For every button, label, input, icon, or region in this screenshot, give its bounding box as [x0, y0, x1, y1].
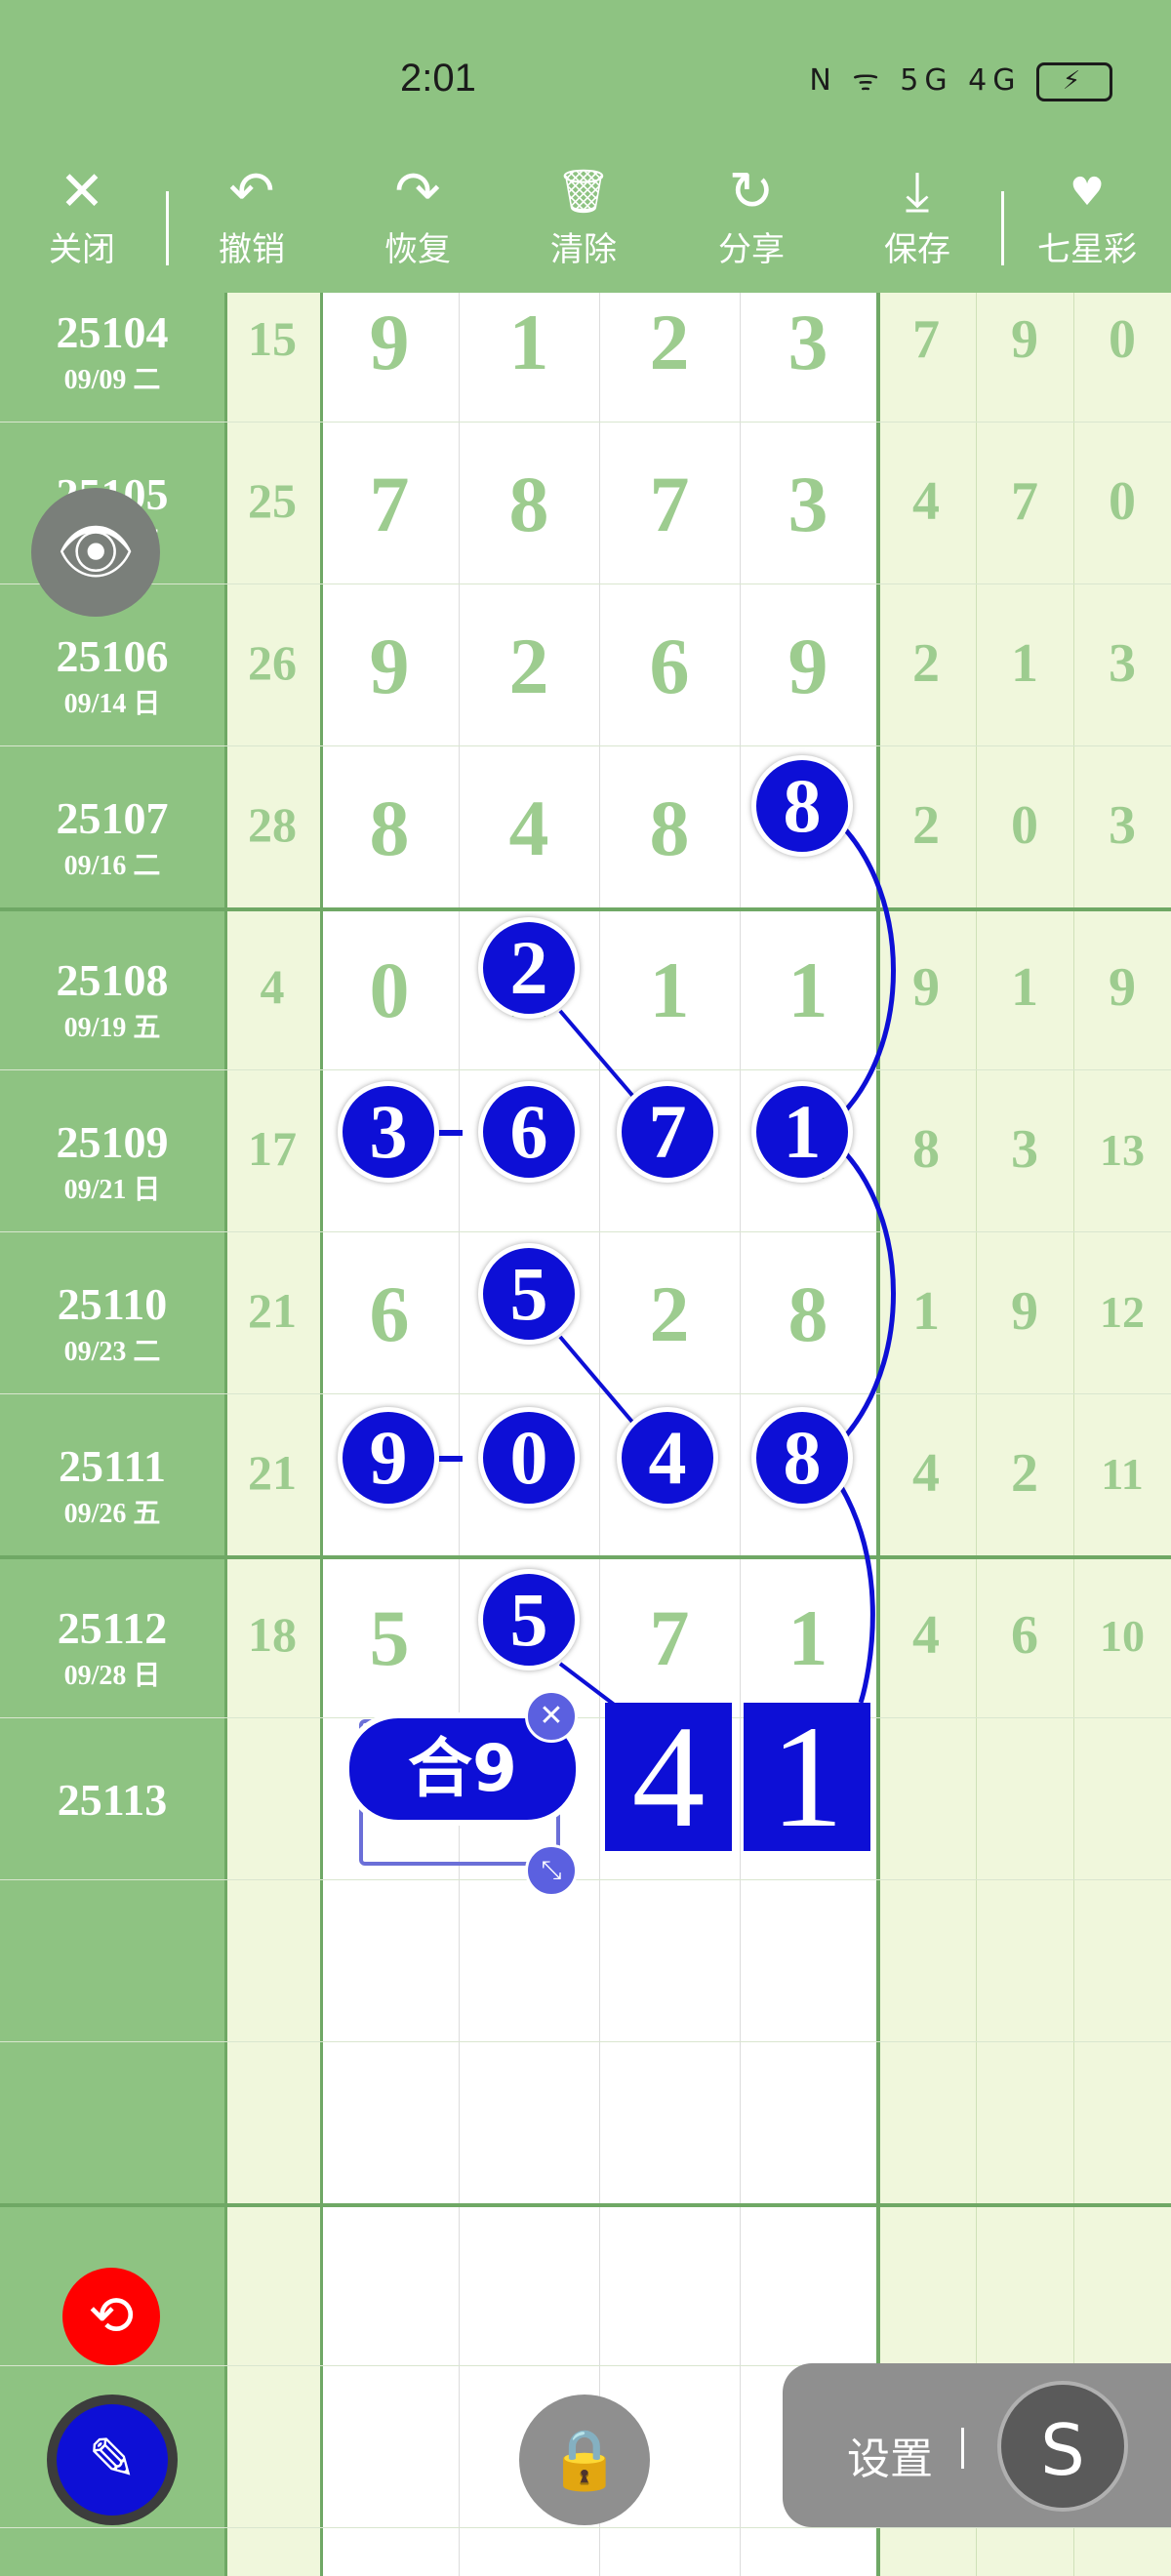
lock-icon[interactable]: 🔒 — [519, 2395, 650, 2525]
share-icon: ↻ — [728, 160, 775, 223]
refresh-icon[interactable]: ⟲ — [62, 2268, 160, 2365]
redo-label: 恢复 — [384, 231, 451, 268]
heart-icon: ♥ — [1070, 170, 1105, 215]
trash-icon: 🗑 — [556, 167, 611, 217]
marked-ball[interactable]: 7 — [617, 1081, 718, 1183]
marked-ball[interactable]: 3 — [338, 1081, 439, 1183]
dash-connector — [439, 1130, 463, 1136]
undo-icon: ↶ — [228, 160, 275, 223]
s-label: S — [1040, 2409, 1085, 2491]
pen-icon: ✎ — [57, 2404, 168, 2516]
trend-curve — [820, 1129, 896, 1461]
clear-button[interactable]: 🗑 清除 — [515, 156, 652, 293]
clear-label: 清除 — [550, 231, 617, 268]
s-button[interactable]: S — [997, 2381, 1128, 2512]
marked-ball[interactable]: 8 — [751, 755, 853, 857]
settings-label[interactable]: 设置 — [847, 2424, 933, 2486]
close-label: 关闭 — [49, 231, 115, 268]
toolbar-divider — [1001, 191, 1004, 265]
undo-button[interactable]: ↶ 撤销 — [183, 156, 320, 293]
pen-button[interactable]: ✎ — [47, 2395, 178, 2525]
marked-ball[interactable]: 1 — [751, 1081, 853, 1183]
share-label: 分享 — [718, 231, 785, 268]
marked-ball[interactable]: 2 — [478, 917, 580, 1019]
settings-divider — [961, 2428, 964, 2469]
status-time: 2:01 — [400, 57, 476, 100]
save-button[interactable]: ⤓ 保存 — [849, 156, 986, 293]
share-button[interactable]: ↻ 分享 — [683, 156, 820, 293]
redo-button[interactable]: ↷ 恢复 — [349, 156, 486, 293]
lottery-select-button[interactable]: ♥ 七星彩 — [1019, 156, 1155, 293]
marked-ball[interactable]: 0 — [478, 1407, 580, 1509]
close-icon: ✕ — [59, 160, 105, 223]
status-icons: N ᯤ 5G 4G ⚡ — [809, 59, 1112, 101]
status-icons-text: N ᯤ 5G 4G — [809, 63, 1022, 98]
marked-ball[interactable]: 4 — [617, 1407, 718, 1509]
toolbar: ✕ 关闭 ↶ 撤销 ↷ 恢复 🗑 清除 ↻ 分享 ⤓ 保存 ♥ 七星彩 — [0, 156, 1171, 293]
battery-icon: ⚡ — [1036, 61, 1112, 101]
marked-ball[interactable]: 5 — [478, 1569, 580, 1670]
trend-curve — [820, 805, 896, 1135]
sticker-delete-icon[interactable]: ✕ — [525, 1690, 578, 1743]
lottery-label: 七星彩 — [1037, 231, 1137, 268]
marked-ball[interactable]: 8 — [751, 1407, 853, 1509]
undo-label: 撤销 — [219, 231, 285, 268]
save-label: 保存 — [884, 231, 950, 268]
status-bar: 2:01 N ᯤ 5G 4G ⚡ — [0, 0, 1171, 166]
toolbar-divider — [166, 191, 169, 265]
dash-connector — [439, 1456, 463, 1462]
prediction-block[interactable]: 1 — [744, 1703, 870, 1851]
marked-ball[interactable]: 6 — [478, 1081, 580, 1183]
close-button[interactable]: ✕ 关闭 — [14, 156, 150, 293]
marked-ball[interactable]: 5 — [478, 1243, 580, 1345]
sticker-resize-icon[interactable]: ⤡ — [525, 1844, 578, 1897]
eye-icon[interactable]: 👁 — [31, 488, 160, 617]
draw-grid[interactable]: 2510409/09 二1591237902510509/12 五2578734… — [0, 293, 1171, 2576]
prediction-block[interactable]: 4 — [605, 1703, 732, 1851]
marked-ball[interactable]: 9 — [338, 1407, 439, 1509]
trend-lines — [558, 805, 896, 1714]
download-icon: ⤓ — [905, 160, 930, 223]
redo-icon: ↷ — [394, 160, 441, 223]
